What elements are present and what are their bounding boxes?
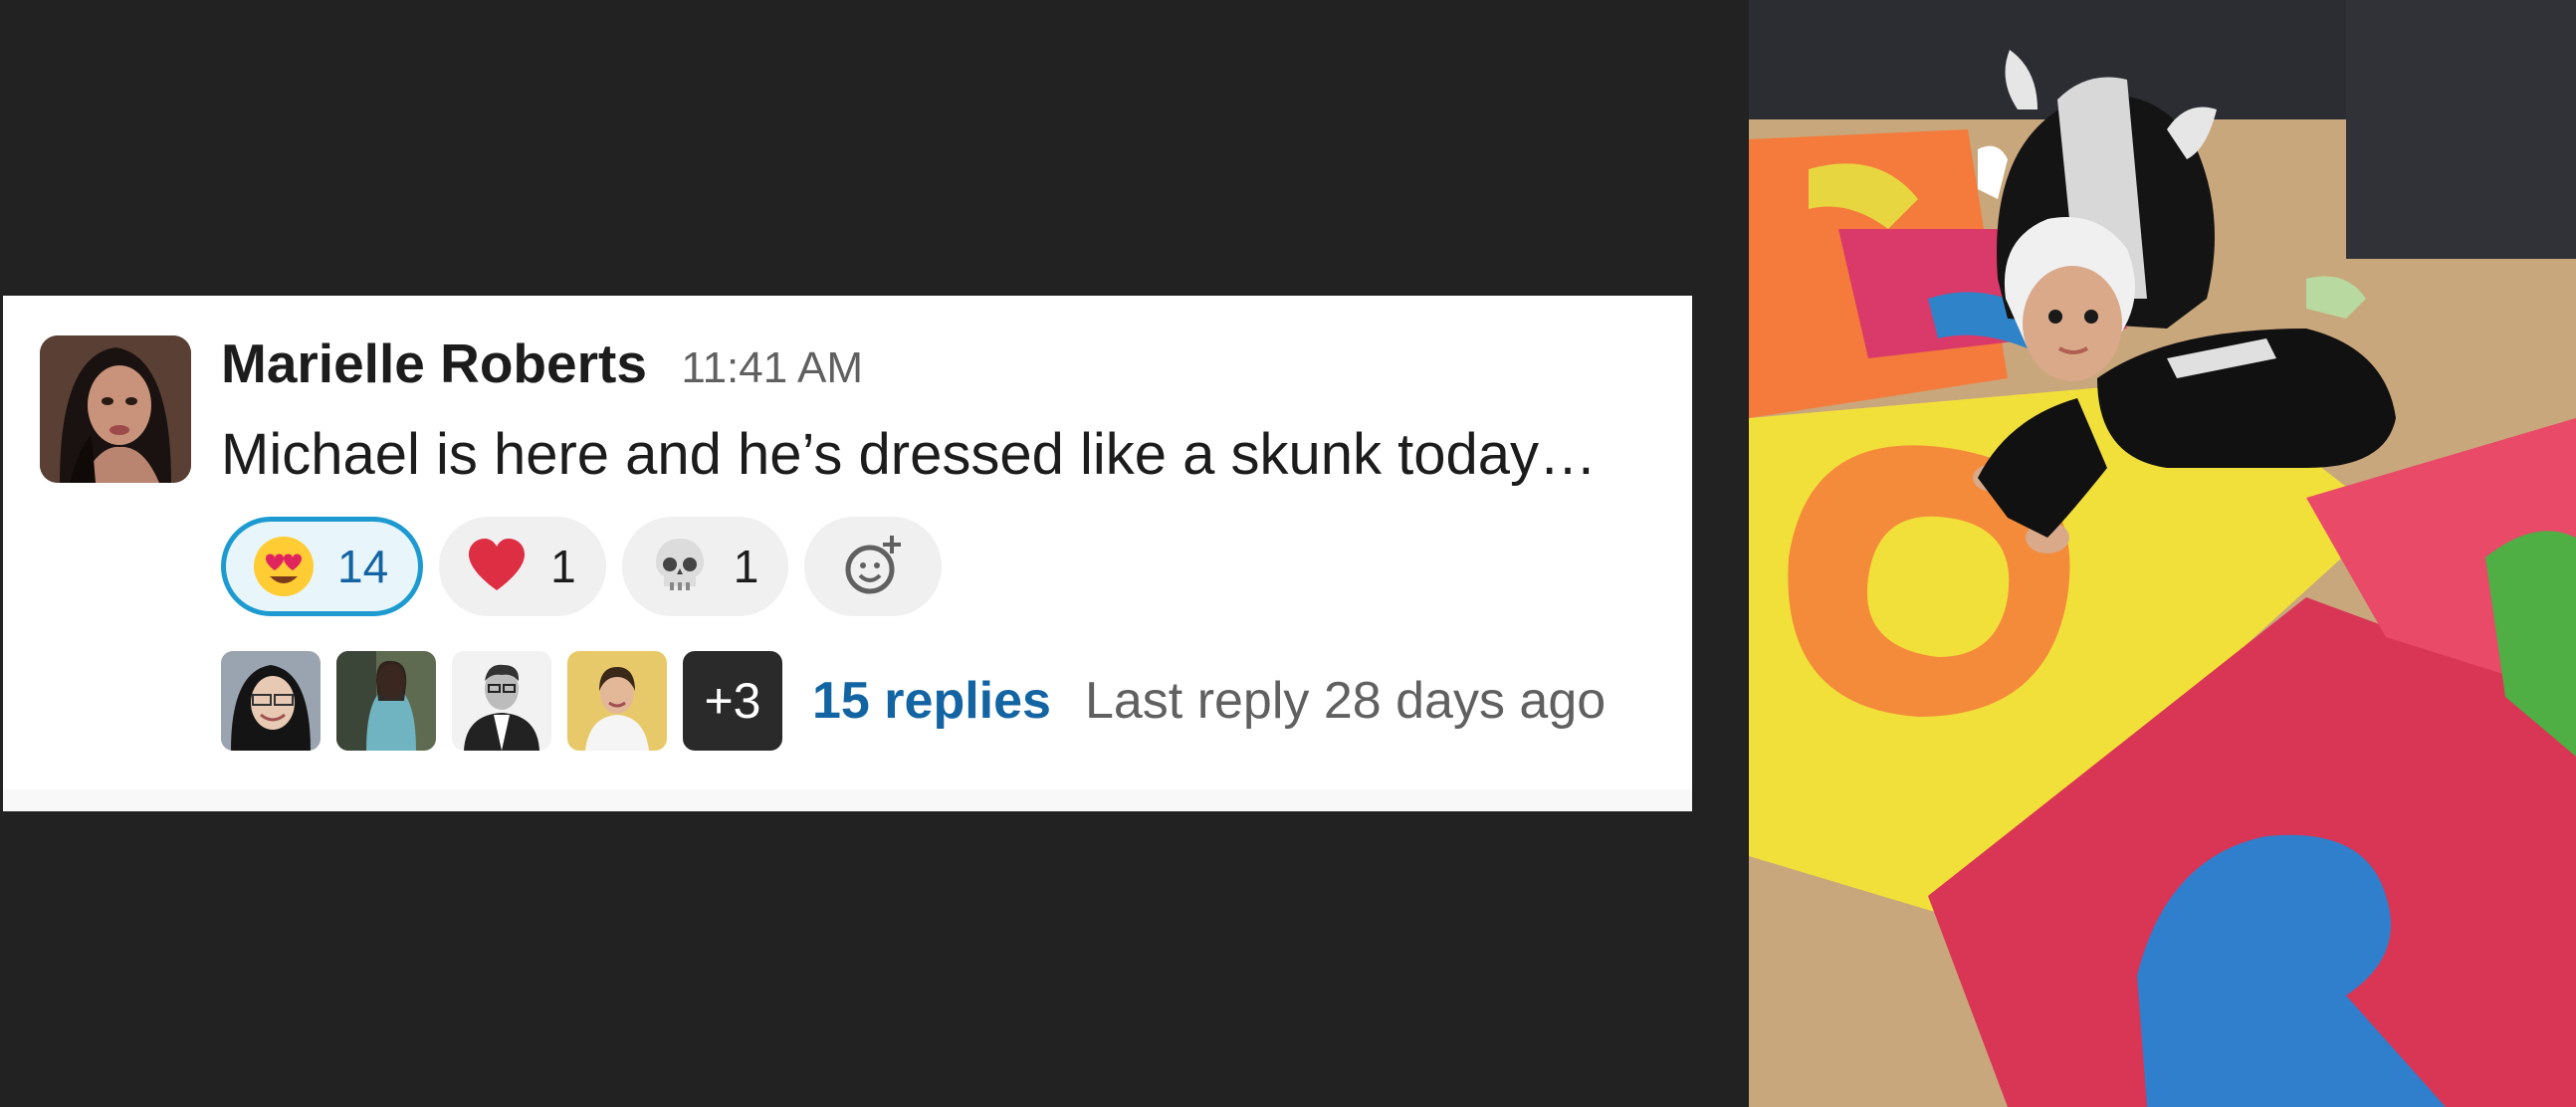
add-reaction-button[interactable] [804, 517, 943, 616]
author-avatar[interactable] [40, 335, 191, 483]
participant-avatar[interactable] [567, 651, 667, 751]
reaction-red-heart[interactable]: 1 [439, 517, 606, 616]
reactions-bar: 14 1 1 [221, 517, 943, 616]
add-reaction-icon [838, 532, 908, 601]
message-timestamp[interactable]: 11:41 AM [681, 343, 863, 392]
reaction-heart-eyes[interactable]: 14 [221, 517, 424, 616]
participant-avatar[interactable] [221, 651, 321, 751]
reaction-skull[interactable]: 1 [621, 517, 789, 616]
reaction-count: 14 [337, 541, 389, 592]
message-header: Marielle Roberts 11:41 AM [221, 332, 863, 395]
replies-link[interactable]: 15 replies [812, 671, 1051, 731]
participant-avatar[interactable] [452, 651, 551, 751]
author-name[interactable]: Marielle Roberts [221, 332, 647, 394]
message-card[interactable]: Marielle Roberts 11:41 AM Michael is her… [3, 296, 1692, 811]
reaction-count: 1 [733, 541, 759, 592]
heart-eyes-emoji-icon [252, 535, 316, 598]
skull-emoji-icon [648, 535, 712, 598]
thread-summary[interactable]: +3 15 replies Last reply 28 days ago [221, 651, 1606, 751]
message-text: Michael is here and he’s dressed like a … [221, 422, 1598, 487]
participant-avatar[interactable] [336, 651, 436, 751]
more-participants-count[interactable]: +3 [683, 651, 782, 751]
red-heart-emoji-icon [465, 535, 529, 598]
reaction-count: 1 [550, 541, 576, 592]
attached-photo[interactable] [1749, 0, 2576, 1107]
last-reply-text: Last reply 28 days ago [1084, 672, 1607, 730]
